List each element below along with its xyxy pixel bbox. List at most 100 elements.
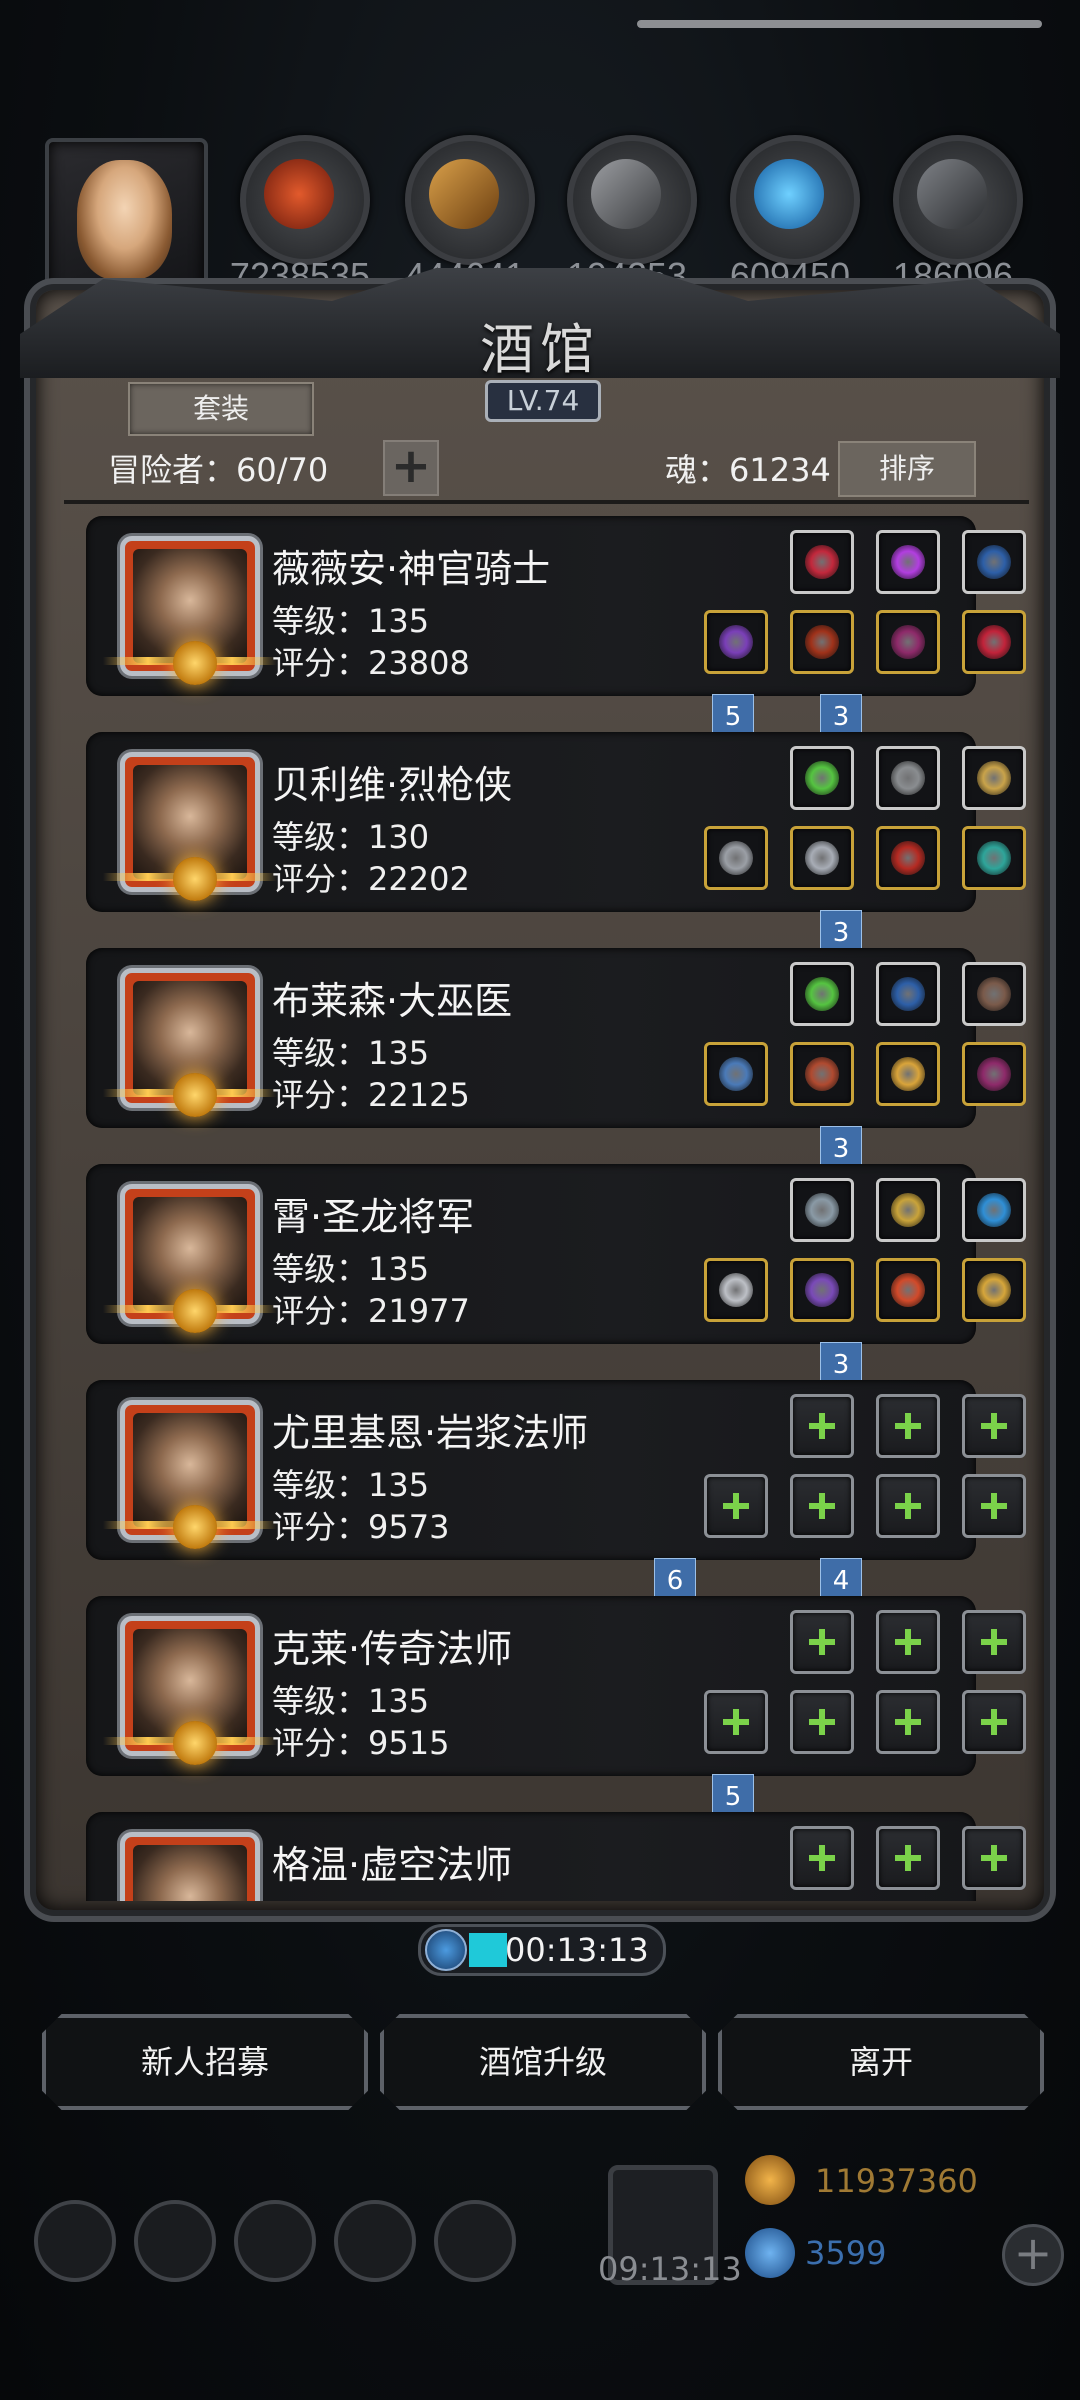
hero-name: 薇薇安·神官骑士 bbox=[272, 547, 551, 591]
shield-icon bbox=[134, 2200, 216, 2282]
hero-score: 评分：21977 bbox=[272, 1292, 470, 1330]
hero-score: 评分：9515 bbox=[272, 1724, 450, 1762]
hero-portrait[interactable] bbox=[120, 1832, 260, 1901]
hero-row[interactable]: 薇薇安·神官骑士 等级：135 评分：23808 5 3 bbox=[86, 516, 1030, 752]
add-currency-icon: + bbox=[1002, 2224, 1064, 2286]
empty-slot-icon[interactable] bbox=[962, 1826, 1026, 1890]
empty-slot-icon[interactable] bbox=[790, 1826, 854, 1890]
hero-row[interactable]: 贝利维·烈枪侠 等级：130 评分：22202 3 bbox=[86, 732, 1030, 968]
hero-portrait[interactable] bbox=[103, 752, 277, 901]
recruit-button[interactable]: 新人招募 bbox=[42, 2014, 368, 2110]
empty-slot-icon[interactable] bbox=[876, 1610, 940, 1674]
amulet-icon[interactable] bbox=[876, 610, 940, 674]
sword-icon[interactable] bbox=[704, 1258, 768, 1322]
amulet-icon[interactable] bbox=[962, 1042, 1026, 1106]
blue-bow-icon[interactable] bbox=[876, 962, 940, 1026]
crystal-icon[interactable] bbox=[962, 1178, 1026, 1242]
header-divider bbox=[64, 500, 1029, 504]
hero-row[interactable]: 尤里基恩·岩浆法师 等级：135 评分：9573 6 4 bbox=[86, 1380, 1030, 1616]
hero-row[interactable]: 霄·圣龙将军 等级：135 评分：21977 3 bbox=[86, 1164, 1030, 1400]
avatar-face bbox=[77, 160, 172, 280]
hero-list[interactable]: 薇薇安·神官骑士 等级：135 评分：23808 5 3 贝利维·烈枪侠 等级：13… bbox=[86, 516, 1030, 1901]
gem-icon bbox=[745, 2228, 795, 2278]
robe-icon[interactable] bbox=[790, 1042, 854, 1106]
empty-slot-icon[interactable] bbox=[962, 1394, 1026, 1458]
hero-row[interactable]: 格温·虚空法师 bbox=[86, 1812, 1030, 1901]
staff-icon[interactable] bbox=[704, 610, 768, 674]
green-gem-icon[interactable] bbox=[790, 962, 854, 1026]
hero-row[interactable]: 布莱森·大巫医 等级：135 评分：22125 3 bbox=[86, 948, 1030, 1184]
empty-slot-icon[interactable] bbox=[704, 1690, 768, 1754]
blue-bow-icon[interactable] bbox=[962, 530, 1026, 594]
red-gem-icon[interactable] bbox=[790, 530, 854, 594]
hero-portrait[interactable] bbox=[103, 968, 277, 1117]
tavern-timer: 00:13:13 bbox=[418, 1924, 666, 1976]
shield-red-icon[interactable] bbox=[876, 826, 940, 890]
hero-level: 等级：135 bbox=[272, 1466, 430, 1504]
tavern-title: 酒馆 bbox=[480, 318, 600, 381]
claw-icon[interactable] bbox=[962, 962, 1026, 1026]
armor-icon[interactable] bbox=[790, 610, 854, 674]
mask-icon[interactable] bbox=[876, 746, 940, 810]
meat-icon bbox=[240, 135, 370, 265]
adventurer-count: 冒险者：60/70 bbox=[108, 451, 329, 489]
gift-timer: 09:13:13 bbox=[598, 2250, 742, 2288]
horn-icon[interactable] bbox=[962, 746, 1026, 810]
purple-gem-icon[interactable] bbox=[876, 530, 940, 594]
empty-slot-icon[interactable] bbox=[876, 1690, 940, 1754]
rank-emblem-icon bbox=[173, 641, 217, 685]
tavern-upgrade-button[interactable]: 酒馆升级 bbox=[380, 2014, 706, 2110]
leave-button[interactable]: 离开 bbox=[718, 2014, 1044, 2110]
wood-icon bbox=[405, 135, 535, 265]
empty-slot-icon[interactable] bbox=[876, 1474, 940, 1538]
empty-slot-icon[interactable] bbox=[876, 1394, 940, 1458]
stone-icon bbox=[567, 135, 697, 265]
empty-slot-icon[interactable] bbox=[790, 1690, 854, 1754]
hero-name: 尤里基恩·岩浆法师 bbox=[272, 1411, 589, 1455]
hero-portrait[interactable] bbox=[103, 1184, 277, 1333]
empty-slot-icon[interactable] bbox=[790, 1394, 854, 1458]
cane-icon[interactable] bbox=[704, 1042, 768, 1106]
rock-icon[interactable] bbox=[790, 1178, 854, 1242]
mail-icon bbox=[334, 2200, 416, 2282]
hero-score: 评分：22125 bbox=[272, 1076, 470, 1114]
shoulder-icon[interactable] bbox=[790, 826, 854, 890]
hero-portrait[interactable] bbox=[103, 1616, 277, 1765]
hero-level: 等级：135 bbox=[272, 1682, 430, 1720]
ring-red-icon[interactable] bbox=[962, 610, 1026, 674]
green-gem-icon[interactable] bbox=[790, 746, 854, 810]
hero-portrait[interactable] bbox=[103, 1400, 277, 1549]
rank-emblem-icon bbox=[173, 1721, 217, 1765]
boots-icon[interactable] bbox=[962, 826, 1026, 890]
player-avatar[interactable] bbox=[45, 138, 208, 301]
hero-portrait[interactable] bbox=[103, 536, 277, 685]
sort-button[interactable]: 排序 bbox=[838, 441, 976, 497]
gem-value: 3599 bbox=[805, 2234, 887, 2272]
rank-emblem-icon bbox=[173, 857, 217, 901]
helm-icon bbox=[434, 2200, 516, 2282]
gold-coin-icon bbox=[745, 2155, 795, 2205]
empty-slot-icon[interactable] bbox=[962, 1610, 1026, 1674]
shield-gold-icon[interactable] bbox=[876, 1042, 940, 1106]
add-adventurer-button[interactable]: + bbox=[383, 440, 439, 496]
empty-slot-icon[interactable] bbox=[876, 1826, 940, 1890]
empty-slot-icon[interactable] bbox=[790, 1610, 854, 1674]
empty-slot-icon[interactable] bbox=[962, 1690, 1026, 1754]
hero-name: 霄·圣龙将军 bbox=[272, 1195, 475, 1239]
pendant-icon[interactable] bbox=[962, 1258, 1026, 1322]
hero-row[interactable]: 克莱·传奇法师 等级：135 评分：9515 5 bbox=[86, 1596, 1030, 1832]
empty-slot-icon[interactable] bbox=[962, 1474, 1026, 1538]
hero-level: 等级：135 bbox=[272, 602, 430, 640]
hero-name: 格温·虚空法师 bbox=[272, 1843, 513, 1887]
empty-slot-icon[interactable] bbox=[704, 1474, 768, 1538]
medal-icon[interactable] bbox=[876, 1258, 940, 1322]
clock-icon bbox=[425, 1929, 467, 1971]
armor-purple-icon[interactable] bbox=[790, 1258, 854, 1322]
suit-button[interactable]: 套装 bbox=[128, 382, 314, 436]
hero-score: 评分：22202 bbox=[272, 860, 470, 898]
spear-icon[interactable] bbox=[704, 826, 768, 890]
empty-slot-icon[interactable] bbox=[790, 1474, 854, 1538]
hero-name: 布莱森·大巫医 bbox=[272, 979, 513, 1023]
lantern-icon[interactable] bbox=[876, 1178, 940, 1242]
hero-name: 贝利维·烈枪侠 bbox=[272, 763, 513, 807]
